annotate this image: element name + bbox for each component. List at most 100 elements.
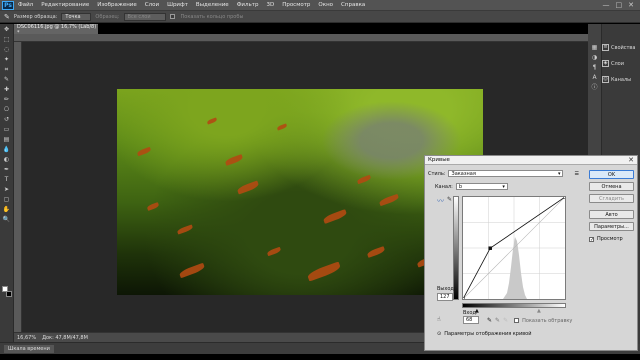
brush-tool-icon[interactable]: ✏	[2, 96, 12, 104]
timeline-tab[interactable]: Шкала времени	[4, 345, 54, 353]
healing-brush-icon[interactable]: ✚	[2, 86, 12, 94]
menu-window[interactable]: Окно	[314, 2, 337, 8]
show-clipping-label: Показать обтравку	[522, 317, 573, 324]
color-swatches[interactable]	[2, 286, 12, 298]
curve-edit-icon[interactable]: 〰	[437, 196, 444, 206]
ok-button[interactable]: OK	[589, 170, 634, 179]
dock-channels[interactable]: ◎ Каналы	[602, 76, 640, 83]
crop-tool-icon[interactable]: ⌗	[2, 66, 12, 74]
close-icon[interactable]: ✕	[628, 1, 634, 9]
histogram	[503, 237, 527, 299]
curve-plot[interactable]	[461, 195, 567, 301]
target-adjust-icon[interactable]: ☝	[437, 316, 441, 323]
menu-edit[interactable]: Редактирование	[37, 2, 93, 8]
show-ring-checkbox[interactable]	[169, 14, 175, 19]
white-eyedropper-icon[interactable]: ✎	[503, 317, 508, 324]
dock-properties-label: Свойства	[611, 44, 636, 51]
gradient-tool-icon[interactable]: ▤	[2, 136, 12, 144]
output-gradient	[453, 196, 459, 300]
move-tool-icon[interactable]: ✥	[2, 26, 12, 34]
window-controls: — □ ✕	[603, 1, 640, 9]
stamp-tool-icon[interactable]: ⎔	[2, 106, 12, 114]
history-panel-icon[interactable]: ▦	[590, 44, 600, 52]
document-tab[interactable]: DSC06116.jpg @ 16,7% (Lab/8) *	[14, 24, 98, 36]
sample-size-select[interactable]: Точка	[61, 12, 92, 21]
display-options-row[interactable]: ⊙ Параметры отображения кривой	[437, 331, 531, 337]
document-info[interactable]: Док: 47,8M/47,8M	[42, 335, 88, 341]
preset-select[interactable]: Заказная ▾	[448, 170, 564, 177]
dock-layers[interactable]: ◈ Слои	[602, 60, 640, 67]
auto-button[interactable]: Авто	[589, 210, 634, 219]
gray-eyedropper-icon[interactable]: ✎	[495, 317, 500, 324]
channel-select[interactable]: b ▾	[455, 183, 508, 190]
zoom-level[interactable]: 16,67%	[17, 335, 36, 341]
curves-titlebar[interactable]: Кривые ✕	[425, 156, 637, 165]
menu-type[interactable]: Шрифт	[163, 2, 192, 8]
adjustments-panel-icon[interactable]: ◑	[590, 54, 600, 62]
character-panel-icon[interactable]: A	[590, 74, 600, 82]
pen-tool-icon[interactable]: ✒	[2, 166, 12, 174]
menu-filter[interactable]: Фильтр	[233, 2, 263, 8]
type-tool-icon[interactable]: T	[2, 176, 12, 184]
hand-tool-icon[interactable]: ✋	[2, 206, 12, 214]
eraser-tool-icon[interactable]: ▭	[2, 126, 12, 134]
cancel-button[interactable]: Отмена	[589, 182, 634, 191]
sample-label: Образец:	[95, 13, 120, 20]
preset-menu-icon[interactable]: ☰	[574, 171, 578, 177]
curve-graph[interactable]	[461, 195, 567, 301]
menu-help[interactable]: Справка	[337, 2, 369, 8]
eyedropper-tool-icon[interactable]: ✎	[4, 13, 10, 21]
curves-dialog: Кривые ✕ Стиль: Заказная ▾ ☰ Канал: b ▾ …	[424, 155, 638, 351]
shape-tool-icon[interactable]: ▢	[2, 196, 12, 204]
marquee-tool-icon[interactable]: ⬚	[2, 36, 12, 44]
vertical-ruler[interactable]	[14, 42, 22, 332]
smooth-button[interactable]: Сгладить	[589, 194, 634, 203]
photoshop-logo: Ps	[2, 0, 14, 10]
input-field[interactable]: 68	[463, 316, 479, 324]
menu-select[interactable]: Выделение	[192, 2, 233, 8]
horizontal-ruler[interactable]	[14, 34, 588, 42]
history-brush-icon[interactable]: ↺	[2, 116, 12, 124]
zoom-tool-icon[interactable]: 🔍	[2, 216, 12, 224]
blur-tool-icon[interactable]: 💧	[2, 146, 12, 154]
white-point-slider-icon[interactable]: ▲	[537, 308, 541, 314]
display-options-label: Параметры отображения кривой	[444, 331, 532, 337]
show-clipping-checkbox[interactable]	[514, 318, 520, 323]
paragraph-panel-icon[interactable]: ¶	[590, 64, 600, 72]
curve-point[interactable]	[488, 246, 492, 250]
tools-panel: ✥ ⬚ ◌ ✦ ⌗ ✎ ✚ ✏ ⎔ ↺ ▭ ▤ 💧 ◐ ✒ T ➤ ▢ ✋ 🔍	[0, 24, 14, 344]
menu-file[interactable]: Файл	[14, 2, 37, 8]
background-color[interactable]	[6, 291, 12, 297]
menu-view[interactable]: Просмотр	[278, 2, 314, 8]
close-icon[interactable]: ✕	[628, 156, 634, 164]
black-eyedropper-icon[interactable]: ✎	[487, 317, 492, 324]
maximize-icon[interactable]: □	[616, 1, 623, 9]
sample-select[interactable]: Все слои	[123, 12, 166, 21]
expand-arrow-icon[interactable]: ⊙	[437, 331, 441, 337]
channel-value: b	[458, 183, 463, 190]
curve-point[interactable]	[461, 297, 465, 301]
options-button[interactable]: Параметры...	[589, 222, 634, 231]
dock-properties[interactable]: ≡ Свойства	[602, 44, 640, 51]
menu-3d[interactable]: 3D	[262, 2, 278, 8]
channel-label: Канал:	[435, 183, 453, 190]
preset-label: Стиль:	[428, 170, 446, 177]
output-field[interactable]: 127	[437, 293, 453, 301]
eyedropper-icon[interactable]: ✎	[2, 76, 12, 84]
info-panel-icon[interactable]: ⓘ	[590, 84, 600, 92]
options-bar: ✎ Размер образца: Точка Образец: Все сло…	[0, 11, 640, 23]
dodge-tool-icon[interactable]: ◐	[2, 156, 12, 164]
channel-row: Канал: b ▾	[435, 183, 508, 190]
preview-checkbox[interactable]: ✓	[589, 236, 594, 242]
lasso-tool-icon[interactable]: ◌	[2, 46, 12, 54]
curve-point[interactable]	[563, 195, 567, 199]
curves-title: Кривые	[428, 157, 450, 163]
quick-select-tool-icon[interactable]: ✦	[2, 56, 12, 64]
menu-image[interactable]: Изображение	[93, 2, 141, 8]
minimize-icon[interactable]: —	[603, 1, 610, 9]
menu-bar: Ps Файл Редактирование Изображение Слои …	[0, 0, 640, 11]
path-select-icon[interactable]: ➤	[2, 186, 12, 194]
dock-layers-label: Слои	[611, 60, 624, 67]
pencil-icon[interactable]: ✎	[447, 196, 452, 203]
menu-layers[interactable]: Слои	[141, 2, 163, 8]
